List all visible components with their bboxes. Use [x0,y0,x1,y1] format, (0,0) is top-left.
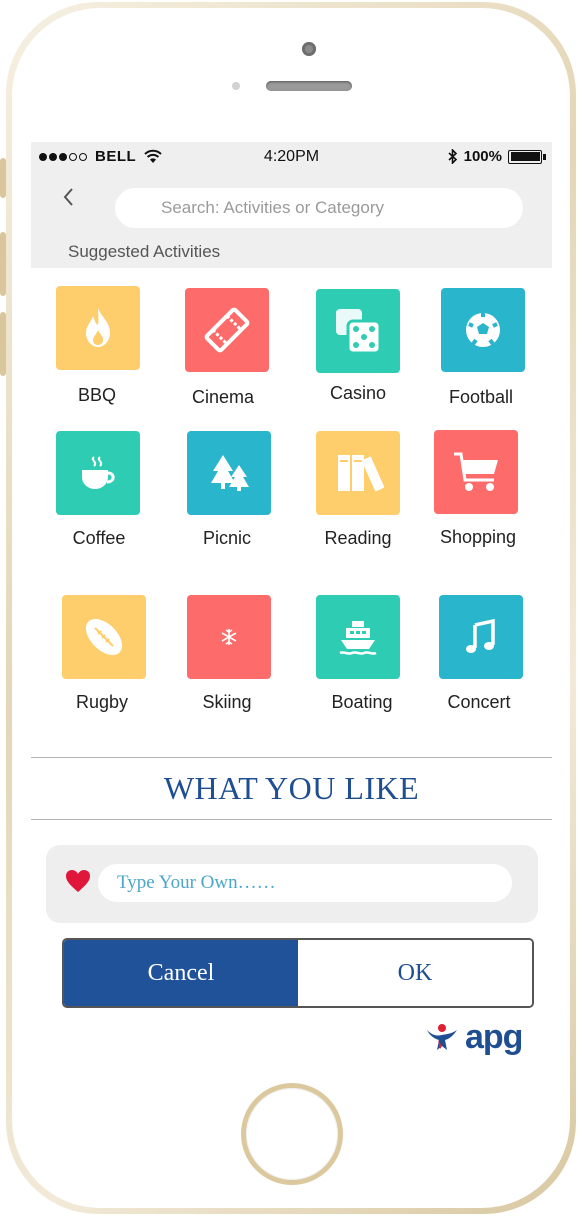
music-note-icon [466,618,495,653]
cancel-button[interactable]: Cancel [64,940,298,1006]
activity-tile-skiing[interactable] [187,595,271,679]
activity-label: Skiing [202,692,252,712]
activity-tile-boating[interactable] [316,595,400,679]
activity-label: Shopping [439,527,517,547]
activity-tile-shopping[interactable] [434,430,518,514]
activity-tile-picnic[interactable] [187,431,271,515]
action-buttons: Cancel OK [62,938,534,1008]
activity-tile-football[interactable] [441,288,525,372]
snowflake-icon [221,629,237,645]
activity-tile-reading[interactable] [316,431,400,515]
apg-logo-mark [427,1024,457,1050]
activity-label: Rugby [75,692,129,712]
activity-label: Concert [447,692,511,712]
status-right: 100% [448,148,546,165]
proximity-sensor [232,82,240,90]
app-screen: BELL 4:20PM 100% Search: Activities or C… [31,142,552,1070]
custom-activity-box [46,845,538,923]
divider-bottom [31,819,552,820]
custom-activity-input[interactable] [98,864,512,902]
divider-top [31,757,552,758]
activity-tile-coffee[interactable] [56,431,140,515]
apg-logo-text: apg [465,1018,523,1056]
ok-button[interactable]: OK [298,940,532,1006]
activity-tile-casino[interactable] [316,289,400,373]
activity-tile-cinema[interactable] [185,288,269,372]
activity-label: BBQ [77,385,116,405]
pine-trees-icon [211,455,249,491]
volume-down-button [0,312,6,376]
back-chevron-icon[interactable] [61,186,75,208]
dice-icon [336,309,382,355]
flame-icon [86,308,110,347]
suggested-header: Suggested Activities [31,236,552,268]
activity-label: Picnic [202,528,251,548]
activity-label: Boating [331,692,393,712]
ticket-icon [204,307,250,353]
shopping-cart-icon [454,452,498,491]
front-camera [302,42,316,56]
mute-switch [0,158,6,198]
battery-percent: 100% [463,148,502,165]
activity-tile-concert[interactable] [439,595,523,679]
activity-label: Coffee [72,528,126,548]
activity-tile-rugby[interactable] [62,595,146,679]
books-icon [338,455,384,492]
home-button[interactable] [246,1088,338,1180]
heart-icon [66,870,90,892]
activity-label: Casino [329,383,387,403]
activity-label: Reading [324,528,392,548]
earpiece-speaker [266,81,352,91]
search-header: Search: Activities or Category [31,174,552,236]
coffee-cup-icon [82,456,115,489]
search-input[interactable]: Search: Activities or Category [115,188,523,228]
soccer-ball-icon [466,313,500,347]
volume-up-button [0,232,6,296]
section-title: Suggested Activities [68,242,221,261]
activity-label: Cinema [191,387,255,407]
bluetooth-icon [448,149,457,164]
status-bar: BELL 4:20PM 100% [31,142,552,174]
what-you-like-heading: WHAT YOU LIKE [163,770,420,806]
activity-label: Football [448,387,514,407]
battery-icon [508,149,546,164]
apg-logo: apg [425,1018,523,1056]
rugby-ball-icon [85,618,123,656]
boat-icon [339,621,377,655]
activity-tile-bbq[interactable] [56,286,140,370]
